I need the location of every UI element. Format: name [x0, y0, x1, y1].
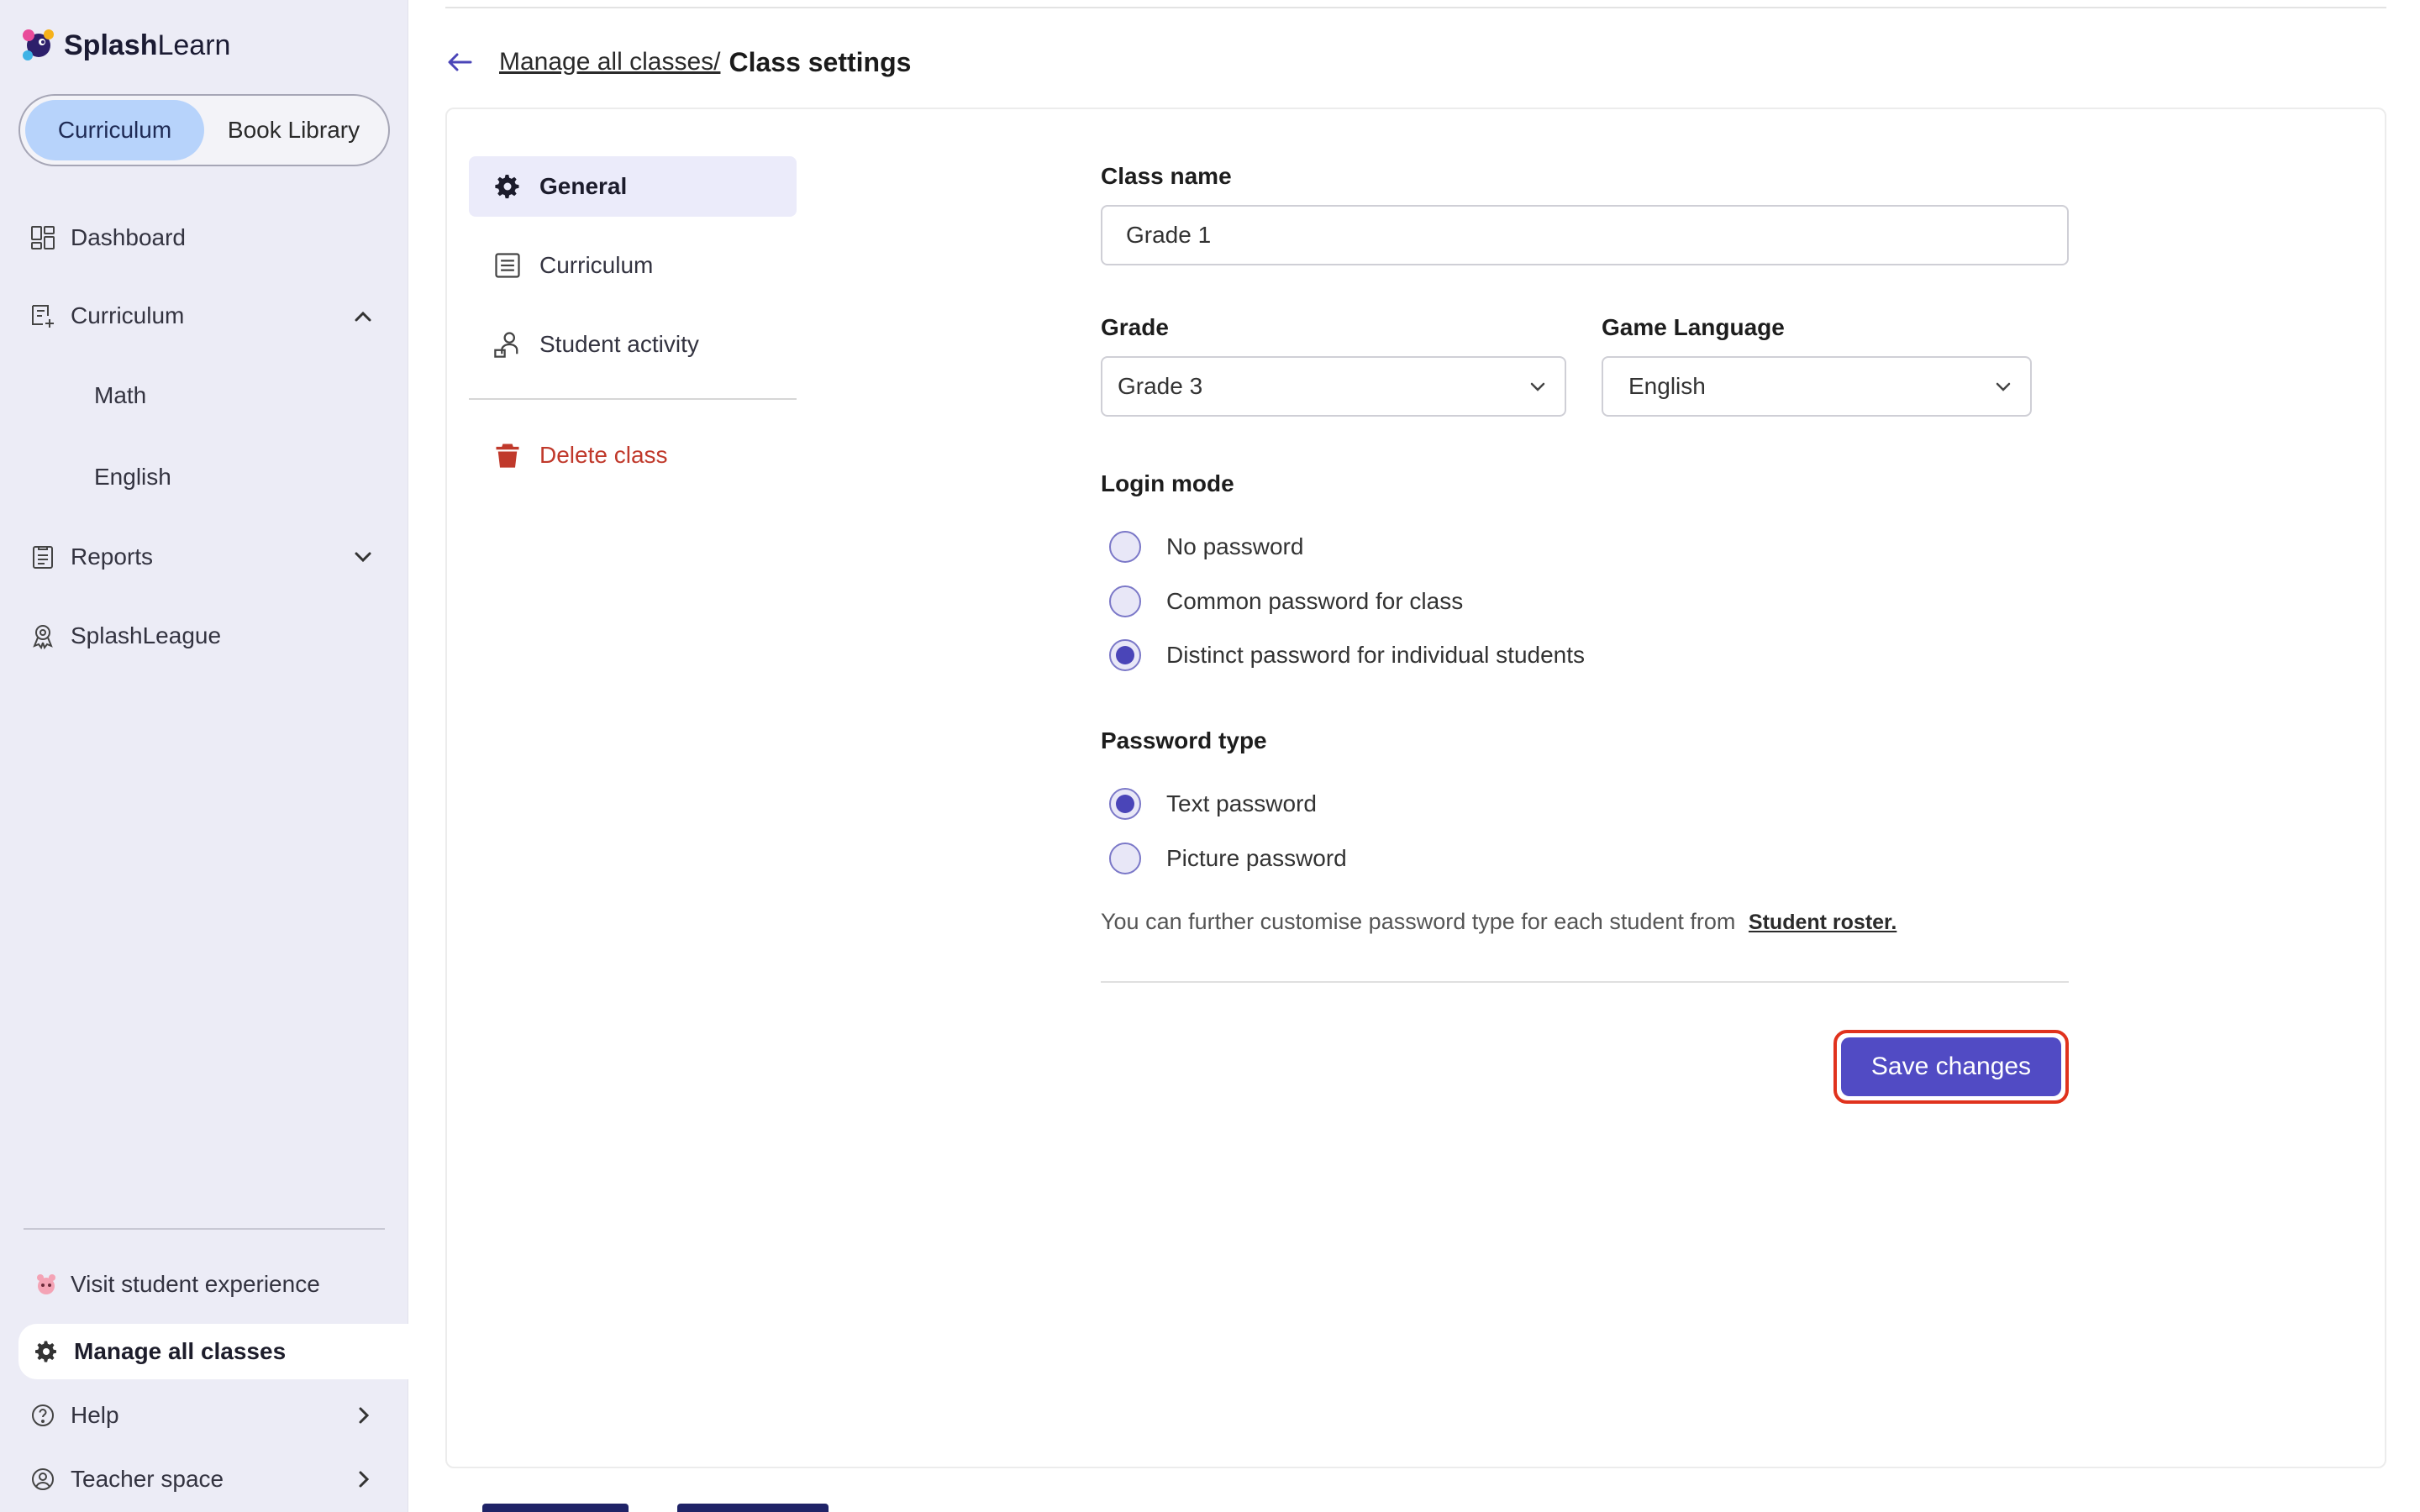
library-switch: Curriculum Book Library [18, 94, 390, 166]
breadcrumb-manage-classes-link[interactable]: Manage all classes/ [499, 48, 720, 76]
radio-button-selected[interactable] [1109, 639, 1141, 671]
settings-card [445, 108, 2386, 1468]
student-roster-link[interactable]: Student roster. [1749, 911, 1897, 934]
sidebar-item-label: Visit student experience [71, 1271, 320, 1297]
chevron-up-icon[interactable] [350, 304, 376, 329]
sidebar-divider [24, 1228, 385, 1230]
grade-select[interactable]: Grade 3 [1101, 356, 1566, 417]
language-selected-value: English [1628, 373, 1706, 399]
sidebar-item-label: Curriculum [71, 302, 185, 328]
grade-selected-value: Grade 3 [1118, 373, 1203, 399]
radio-button[interactable] [1109, 843, 1141, 874]
radio-button[interactable] [1109, 531, 1141, 563]
tab-student-activity[interactable]: Student activity [469, 314, 797, 375]
curriculum-toggle[interactable]: Curriculum [25, 100, 204, 160]
form-divider [1101, 981, 2069, 983]
sidebar-item-splashleague[interactable]: SplashLeague [29, 622, 221, 650]
sidebar-item-math[interactable]: Math [94, 382, 146, 409]
gear-icon [32, 1337, 60, 1366]
game-language-select[interactable]: English [1602, 356, 2032, 417]
game-language-label: Game Language [1602, 314, 1785, 340]
delete-label: Delete class [539, 442, 668, 468]
sidebar-item-manage-classes[interactable]: Manage all classes [32, 1337, 286, 1366]
tab-label: Curriculum [539, 252, 654, 278]
sidebar-item-label: Help [71, 1402, 119, 1428]
delete-class-button[interactable]: Delete class [469, 425, 797, 486]
grade-label: Grade [1101, 314, 1169, 340]
login-mode-option[interactable]: No password [1109, 531, 1303, 563]
chevron-down-icon [1530, 382, 1545, 391]
password-type-option-label: Text password [1166, 790, 1317, 816]
save-changes-button[interactable]: Save changes [1841, 1037, 2061, 1096]
reports-icon [29, 543, 57, 571]
breadcrumb: Manage all classes/ Class settings [444, 45, 911, 79]
login-mode-label: Login mode [1101, 470, 1234, 496]
sidebar-item-english[interactable]: English [94, 464, 171, 491]
password-type-option[interactable]: Picture password [1109, 843, 1347, 874]
login-mode-option-label: Common password for class [1166, 588, 1464, 614]
brand-name-bold: Splash [64, 29, 158, 61]
list-icon [495, 253, 520, 278]
sidebar-item-help[interactable]: Help [29, 1401, 119, 1430]
sidebar-item-label: Teacher space [71, 1466, 224, 1492]
trash-icon [496, 444, 519, 468]
curriculum-icon [29, 302, 57, 330]
class-name-label: Class name [1101, 163, 1232, 189]
back-arrow-icon[interactable] [444, 45, 477, 79]
splashlearn-logo-icon [23, 29, 54, 60]
chevron-right-icon[interactable] [351, 1467, 376, 1492]
student-avatar-icon [32, 1270, 60, 1299]
page-title: Class settings [729, 46, 912, 77]
password-type-option[interactable]: Text password [1109, 788, 1317, 820]
login-mode-option[interactable]: Distinct password for individual student… [1109, 639, 1585, 671]
password-type-label: Password type [1101, 727, 1267, 753]
chevron-down-icon[interactable] [350, 544, 376, 570]
radio-button-selected[interactable] [1109, 788, 1141, 820]
sidebar: SplashLearn Curriculum Book Library Dash… [0, 0, 408, 1512]
tab-divider [469, 398, 797, 400]
top-divider [445, 7, 2386, 8]
brand-logo[interactable]: SplashLearn [18, 25, 230, 66]
brand-name-light: Learn [157, 29, 231, 61]
sidebar-item-label: Reports [71, 543, 154, 570]
student-activity-icon [494, 332, 518, 358]
sidebar-item-label: Dashboard [71, 224, 186, 250]
hint-text: You can further customise password type … [1101, 909, 1736, 934]
save-button-highlight: Save changes [1833, 1030, 2069, 1104]
tab-label: General [539, 173, 628, 199]
bottom-tab-stub [677, 1504, 829, 1512]
tab-curriculum[interactable]: Curriculum [469, 235, 797, 296]
login-mode-option-label: Distinct password for individual student… [1166, 642, 1586, 668]
sidebar-item-label: Manage all classes [74, 1338, 287, 1364]
class-name-input[interactable]: Grade 1 [1101, 205, 2069, 265]
sidebar-item-label: SplashLeague [71, 622, 222, 648]
dashboard-icon [29, 223, 57, 252]
sidebar-item-curriculum[interactable]: Curriculum [29, 302, 390, 330]
login-mode-option[interactable]: Common password for class [1109, 585, 1463, 617]
tab-label: Student activity [539, 331, 699, 357]
tab-general[interactable]: General [469, 156, 797, 217]
user-circle-icon [29, 1465, 57, 1494]
chevron-right-icon[interactable] [351, 1403, 376, 1428]
chevron-down-icon [1996, 382, 2011, 391]
sidebar-item-reports[interactable]: Reports [29, 543, 153, 571]
help-icon [29, 1401, 57, 1430]
sidebar-item-dashboard[interactable]: Dashboard [29, 223, 186, 252]
splashleague-icon [29, 622, 57, 650]
sidebar-item-teacher-space[interactable]: Teacher space [29, 1465, 224, 1494]
radio-button[interactable] [1109, 585, 1141, 617]
login-mode-option-label: No password [1166, 533, 1304, 559]
gear-icon [495, 174, 519, 199]
book-library-toggle[interactable]: Book Library [204, 100, 383, 160]
password-hint: You can further customise password type … [1101, 909, 1897, 935]
password-type-option-label: Picture password [1166, 845, 1347, 871]
bottom-tab-stub [482, 1504, 629, 1512]
visit-student-experience-link[interactable]: Visit student experience [32, 1270, 320, 1299]
